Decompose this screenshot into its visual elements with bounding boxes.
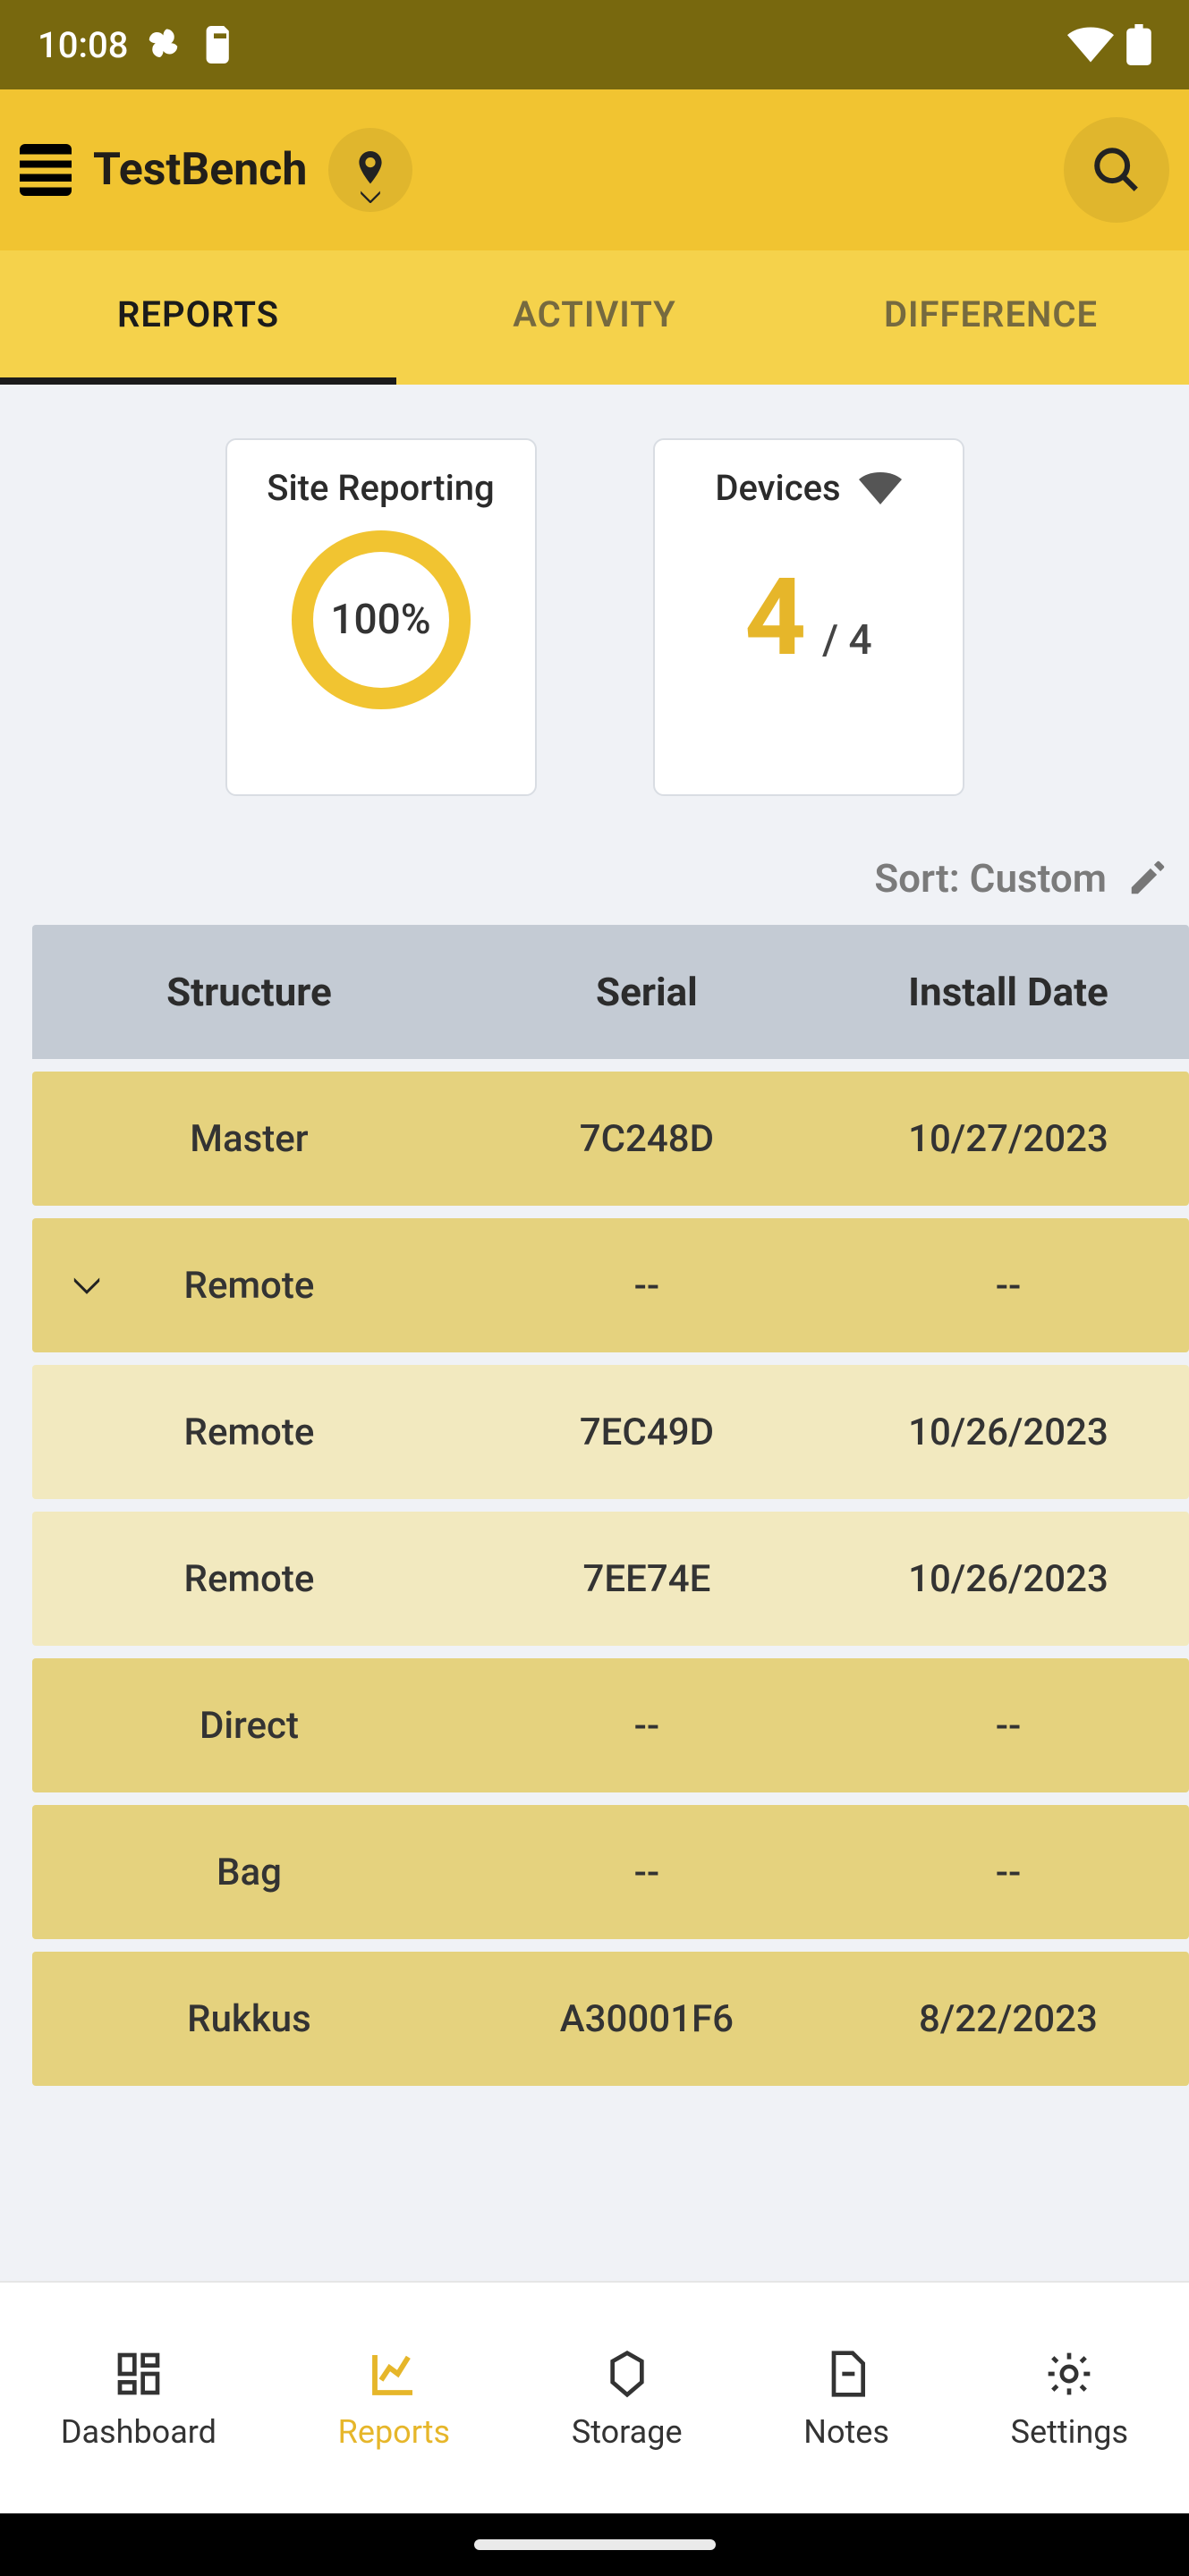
cell-install_date: 10/27/2023: [828, 1117, 1189, 1161]
cell-structure: Remote: [32, 1557, 466, 1601]
nav-notes[interactable]: Notes: [803, 2345, 889, 2451]
summary-cards-row: Site Reporting 100% Devices 4 / 4: [0, 385, 1189, 832]
cell-install_date: 10/26/2023: [828, 1557, 1189, 1601]
table-header: Structure Serial Install Date: [32, 925, 1189, 1059]
app-logo-icon: [20, 144, 72, 196]
nav-storage[interactable]: Storage: [572, 2345, 683, 2451]
table-row[interactable]: Bag----: [32, 1805, 1189, 1939]
devices-total: 4: [849, 616, 872, 665]
nav-reports-label: Reports: [338, 2413, 450, 2451]
table-body: Master7C248D10/27/2023Remote----Remote7E…: [32, 1059, 1189, 2086]
nav-dashboard[interactable]: Dashboard: [61, 2345, 217, 2451]
status-sim-icon: [205, 26, 235, 64]
android-status-bar: 10:08: [0, 0, 1189, 89]
cell-install_date: 8/22/2023: [828, 1997, 1189, 2041]
devices-title: Devices: [715, 467, 901, 509]
table-row[interactable]: Remote7EC49D10/26/2023: [32, 1365, 1189, 1499]
cell-serial: --: [466, 1264, 828, 1308]
table-row[interactable]: RukkusA30001F68/22/2023: [32, 1952, 1189, 2086]
sort-label: Sort: Custom: [874, 855, 1107, 902]
reports-icon: [365, 2345, 422, 2402]
cell-install_date: --: [828, 1264, 1189, 1308]
chevron-down-icon: [72, 1275, 102, 1296]
cell-serial: --: [466, 1851, 828, 1894]
cell-structure: Bag: [32, 1851, 466, 1894]
cell-serial: A30001F6: [466, 1997, 828, 2041]
devices-card[interactable]: Devices 4 / 4: [653, 438, 964, 796]
nav-storage-label: Storage: [572, 2413, 683, 2451]
col-structure: Structure: [32, 969, 466, 1015]
devices-count: 4: [744, 555, 806, 681]
devices-count-value: 4 / 4: [744, 555, 871, 681]
search-button[interactable]: [1064, 117, 1169, 223]
cell-structure: Direct: [32, 1704, 466, 1748]
search-icon: [1091, 144, 1142, 196]
nav-settings-label: Settings: [1011, 2413, 1128, 2451]
status-app-icon: [148, 26, 185, 64]
site-reporting-percent: 100%: [330, 596, 430, 644]
cell-install_date: --: [828, 1704, 1189, 1748]
battery-icon: [1126, 24, 1151, 65]
site-reporting-title: Site Reporting: [267, 467, 494, 509]
app-header: TestBench: [0, 89, 1189, 250]
gesture-pill: [474, 2539, 716, 2550]
site-name-title: TestBench: [93, 144, 307, 196]
notes-icon: [818, 2345, 875, 2402]
cell-serial: --: [466, 1704, 828, 1748]
col-serial: Serial: [466, 969, 828, 1015]
table-row[interactable]: Remote----: [32, 1218, 1189, 1352]
status-time: 10:08: [38, 24, 128, 66]
location-pin-icon: [355, 151, 386, 189]
main-content: Site Reporting 100% Devices 4 / 4: [0, 385, 1189, 2281]
nav-reports[interactable]: Reports: [338, 2345, 450, 2451]
bottom-navigation: Dashboard Reports Storage Notes Settings: [0, 2281, 1189, 2513]
nav-notes-label: Notes: [803, 2413, 889, 2451]
devices-title-text: Devices: [715, 467, 840, 509]
table-row[interactable]: Direct----: [32, 1658, 1189, 1792]
android-gesture-bar: [0, 2513, 1189, 2576]
settings-gear-icon: [1040, 2345, 1098, 2402]
table-row[interactable]: Master7C248D10/27/2023: [32, 1072, 1189, 1206]
cell-serial: 7C248D: [466, 1117, 828, 1161]
site-reporting-card[interactable]: Site Reporting 100%: [225, 438, 537, 796]
top-tabs: REPORTS ACTIVITY DIFFERENCE: [0, 250, 1189, 385]
cell-serial: 7EE74E: [466, 1557, 828, 1601]
cell-install_date: --: [828, 1851, 1189, 1894]
location-dropdown-button[interactable]: [328, 128, 412, 212]
cell-serial: 7EC49D: [466, 1411, 828, 1454]
storage-icon: [599, 2345, 656, 2402]
tab-activity[interactable]: ACTIVITY: [396, 250, 793, 385]
cell-structure: Master: [32, 1117, 466, 1161]
wifi-signal-icon: [859, 472, 902, 504]
cell-structure: Rukkus: [32, 1997, 466, 2041]
devices-sep: /: [822, 616, 848, 665]
table-row[interactable]: Remote7EE74E10/26/2023: [32, 1512, 1189, 1646]
site-reporting-ring: 100%: [292, 530, 471, 709]
dashboard-icon: [110, 2345, 167, 2402]
reports-table: Structure Serial Install Date Master7C24…: [0, 925, 1189, 2086]
col-install-date: Install Date: [828, 969, 1189, 1015]
edit-sort-button[interactable]: [1126, 858, 1168, 899]
wifi-icon: [1067, 27, 1114, 63]
cell-install_date: 10/26/2023: [828, 1411, 1189, 1454]
chevron-down-icon: [359, 191, 382, 203]
tab-reports[interactable]: REPORTS: [0, 250, 396, 385]
cell-structure: Remote: [32, 1411, 466, 1454]
nav-dashboard-label: Dashboard: [61, 2413, 217, 2451]
sort-row: Sort: Custom: [0, 832, 1189, 925]
nav-settings[interactable]: Settings: [1011, 2345, 1128, 2451]
tab-difference[interactable]: DIFFERENCE: [793, 250, 1189, 385]
